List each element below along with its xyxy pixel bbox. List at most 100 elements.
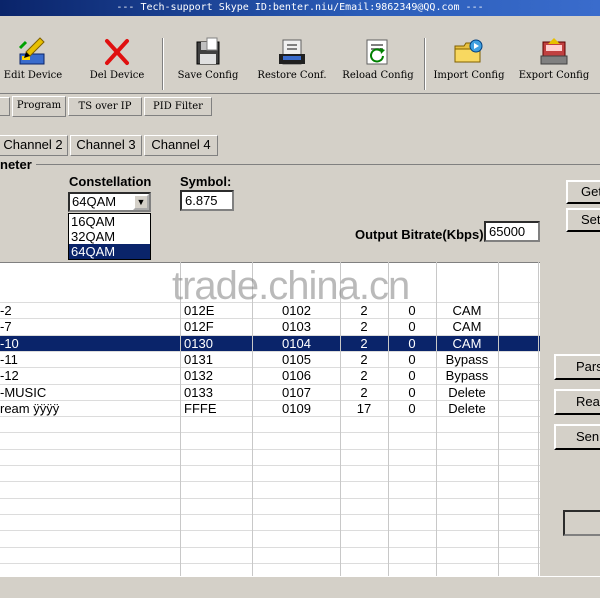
table-cell-pmt: 0104 <box>282 335 311 351</box>
table-row[interactable]: -11 0131 0105 2 0 Bypass <box>0 352 540 368</box>
table-row[interactable]: -10 0130 0104 2 0 CAM <box>0 335 540 352</box>
table-cell-a: 2 <box>360 319 368 335</box>
output-bitrate-input[interactable]: 65000 <box>484 221 540 242</box>
row-divider <box>0 497 540 499</box>
symbol-input[interactable]: 6.875 <box>180 190 234 211</box>
table-cell-b: 0 <box>408 351 416 367</box>
send-button[interactable]: Sen <box>554 424 600 450</box>
table-row[interactable]: -MUSIC 0133 0107 2 0 Delete <box>0 385 540 401</box>
table-cell-sid: 0130 <box>184 335 213 351</box>
table-cell-a: 2 <box>360 335 368 351</box>
import-config-button[interactable]: Import Config <box>428 36 510 90</box>
tab-channel-4[interactable]: Channel 4 <box>144 135 218 156</box>
table-cell-mode: Bypass <box>445 351 489 367</box>
row-divider <box>0 481 540 483</box>
delete-icon <box>100 36 134 68</box>
status-bar <box>0 576 600 598</box>
table-cell-pmt: 0107 <box>282 384 311 400</box>
table-cell-mode: Delete <box>448 400 486 416</box>
parameter-group-border <box>0 164 600 165</box>
read-button[interactable]: Rea <box>554 389 600 415</box>
row-divider <box>0 562 540 564</box>
chevron-down-icon[interactable]: ▼ <box>133 194 149 210</box>
edit-device-icon <box>16 36 50 68</box>
table-cell-a: 2 <box>360 384 368 400</box>
tab-partial[interactable] <box>0 97 10 116</box>
column-divider <box>388 262 389 576</box>
table-cell-pmt: 0103 <box>282 319 311 335</box>
tab-pid-filter[interactable]: PID Filter <box>144 97 212 116</box>
table-cell-sid: 0133 <box>184 384 213 400</box>
tab-channel-3[interactable]: Channel 3 <box>70 135 142 156</box>
set-button[interactable]: Set <box>566 208 600 232</box>
table-cell-b: 0 <box>408 319 416 335</box>
row-divider <box>0 334 540 336</box>
save-config-label: Save Config <box>177 70 239 81</box>
row-divider <box>0 350 540 352</box>
table-cell-b: 0 <box>408 335 416 351</box>
tab-ts-over-ip[interactable]: TS over IP <box>68 97 142 116</box>
table-row[interactable]: ream ÿÿÿÿ FFFE 0109 17 0 Delete <box>0 401 540 417</box>
table-cell-mode: CAM <box>452 319 482 335</box>
table-cell-name: -2 <box>0 303 12 318</box>
constellation-value: 64QAM <box>72 194 117 209</box>
table-cell-mode: CAM <box>452 303 482 318</box>
table-cell-name: -7 <box>0 319 12 335</box>
import-config-icon <box>452 36 486 68</box>
row-divider <box>0 367 540 369</box>
column-divider <box>340 262 341 576</box>
toolbar-separator <box>424 38 426 90</box>
table-row[interactable]: -12 0132 0106 2 0 Bypass <box>0 368 540 384</box>
table-cell-sid: FFFE <box>184 400 217 416</box>
table-cell-sid: 0132 <box>184 368 213 384</box>
reload-config-button[interactable]: Reload Config <box>338 36 418 90</box>
row-divider <box>0 318 540 320</box>
row-divider <box>0 432 540 434</box>
save-config-icon <box>191 36 225 68</box>
title-bar: --- Tech-support Skype ID:benter.niu/Ema… <box>0 0 600 16</box>
row-divider <box>0 513 540 515</box>
export-config-button[interactable]: Export Config <box>514 36 594 90</box>
restore-config-button[interactable]: Restore Conf. <box>252 36 332 90</box>
dropdown-option-64qam[interactable]: 64QAM <box>69 244 150 259</box>
table-cell-mode: Delete <box>448 384 486 400</box>
table-row[interactable]: -7 012F 0103 2 0 CAM <box>0 319 540 335</box>
export-config-label: Export Config <box>518 70 590 81</box>
table-cell-sid: 012F <box>184 319 214 335</box>
dropdown-option-32qam[interactable]: 32QAM <box>69 229 150 244</box>
del-device-label: Del Device <box>89 70 145 81</box>
reload-config-label: Reload Config <box>342 70 414 81</box>
constellation-dropdown-list: 16QAM 32QAM 64QAM <box>68 213 151 260</box>
status-box <box>563 510 600 536</box>
dropdown-option-16qam[interactable]: 16QAM <box>69 214 150 229</box>
column-divider <box>252 262 253 576</box>
restore-config-icon <box>275 36 309 68</box>
constellation-select[interactable]: 64QAM ▼ <box>68 192 151 212</box>
app-window: --- Tech-support Skype ID:benter.niu/Ema… <box>0 0 600 598</box>
reload-config-icon <box>361 36 395 68</box>
program-table: -2 012E 0102 2 0 CAM -7 012F 0103 2 0 CAM -10 0130 010… <box>0 262 540 576</box>
del-device-button[interactable]: Del Device <box>84 36 150 90</box>
output-bitrate-label: Output Bitrate(Kbps): <box>355 227 488 242</box>
tab-channel-2[interactable]: Channel 2 <box>0 135 68 156</box>
table-cell-b: 0 <box>408 400 416 416</box>
table-cell-name: ream ÿÿÿÿ <box>0 400 60 416</box>
edit-device-label: Edit Device <box>3 70 63 81</box>
table-cell-name: -12 <box>0 368 19 384</box>
row-divider <box>0 383 540 385</box>
table-cell-b: 0 <box>408 384 416 400</box>
row-divider <box>0 399 540 401</box>
edit-device-button[interactable]: Edit Device <box>0 36 66 90</box>
parse-button[interactable]: Pars <box>554 354 600 380</box>
table-cell-sid: 0131 <box>184 351 213 367</box>
column-divider <box>180 262 181 576</box>
column-divider <box>436 262 437 576</box>
get-button[interactable]: Get <box>566 180 600 204</box>
save-config-button[interactable]: Save Config <box>170 36 246 90</box>
table-cell-b: 0 <box>408 368 416 384</box>
tab-program[interactable]: Program <box>12 96 66 117</box>
row-divider <box>0 416 540 418</box>
table-cell-mode: Bypass <box>445 368 489 384</box>
import-config-label: Import Config <box>433 70 505 81</box>
watermark-text: trade.china.cn <box>172 264 410 308</box>
